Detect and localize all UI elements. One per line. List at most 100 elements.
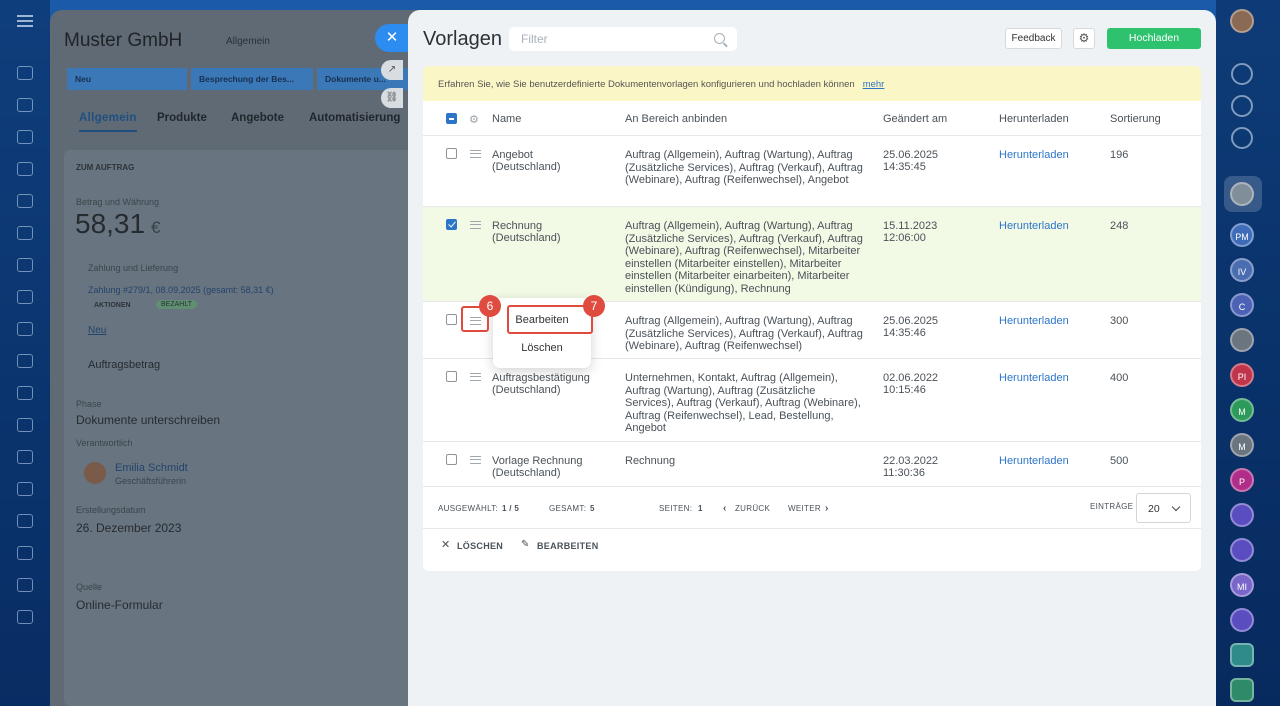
feedback-button[interactable]: Feedback xyxy=(1005,28,1062,49)
row-menu-icon[interactable] xyxy=(470,221,481,229)
deal-category[interactable]: Allgemein xyxy=(226,36,270,47)
stage-discussion[interactable]: Besprechung der Bes... xyxy=(191,68,313,90)
row-sort: 196 xyxy=(1110,149,1129,161)
chat-avatar-c[interactable]: C xyxy=(1230,293,1254,317)
tab-automation[interactable]: Automatisierung xyxy=(309,112,400,124)
tasks-chat-icon[interactable] xyxy=(1230,643,1254,667)
row-checkbox[interactable] xyxy=(446,314,457,325)
calendar-icon[interactable] xyxy=(17,258,33,272)
home-icon[interactable] xyxy=(17,66,33,80)
menu-icon[interactable] xyxy=(17,15,33,27)
close-icon[interactable]: ✕ xyxy=(441,538,451,551)
analytics-icon[interactable] xyxy=(17,386,33,400)
row-checkbox[interactable] xyxy=(446,371,457,382)
pencil-icon[interactable]: ✎ xyxy=(521,539,530,550)
settings-gear-icon[interactable]: ⚙ xyxy=(1073,28,1095,49)
documents-icon[interactable] xyxy=(17,194,33,208)
row-menu-icon[interactable] xyxy=(470,373,481,381)
delete-action-button[interactable]: LÖSCHEN xyxy=(457,541,503,551)
filter-icon[interactable] xyxy=(17,418,33,432)
edit-action-button[interactable]: BEARBEITEN xyxy=(537,541,599,551)
cart-icon[interactable] xyxy=(17,482,33,496)
chat-avatar-m1[interactable]: M xyxy=(1230,398,1254,422)
new-link[interactable]: Neu xyxy=(88,325,106,336)
row-checkbox[interactable] xyxy=(446,219,457,230)
checklist-icon[interactable] xyxy=(17,354,33,368)
user-avatar[interactable] xyxy=(1230,9,1254,33)
chat-avatar-pm[interactable]: PM xyxy=(1230,223,1254,247)
tab-general[interactable]: Allgemein xyxy=(79,112,137,132)
table-row[interactable]: Rechnung (Deutschland) Auftrag (Allgemei… xyxy=(423,207,1201,302)
inbox-icon[interactable] xyxy=(17,450,33,464)
chat-avatar-copilot-3[interactable] xyxy=(1230,608,1254,632)
table-row[interactable]: Vorlage Rechnung (Deutschland) Rechnung … xyxy=(423,442,1201,487)
row-menu-icon[interactable] xyxy=(470,456,481,464)
chat-avatar-copilot-2[interactable] xyxy=(1230,538,1254,562)
actions-dropdown[interactable]: AKTIONEN xyxy=(94,302,131,309)
notifications-icon[interactable] xyxy=(1231,63,1253,85)
col-sort[interactable]: Sortierung xyxy=(1110,113,1161,125)
col-download[interactable]: Herunterladen xyxy=(999,113,1069,125)
chat-avatar-2[interactable] xyxy=(1230,328,1254,352)
chat-icon[interactable] xyxy=(17,290,33,304)
back-button[interactable]: ZURÜCK xyxy=(735,504,770,513)
filter-input[interactable]: Filter xyxy=(509,27,737,51)
chat-avatar-iv[interactable]: IV xyxy=(1230,258,1254,282)
chat-avatar-p[interactable]: P xyxy=(1230,468,1254,492)
col-changed[interactable]: Geändert am xyxy=(883,113,947,125)
row-name: Angebot xyxy=(492,149,533,161)
copy-link-icon[interactable]: ⛓ xyxy=(381,88,403,108)
row-download-link[interactable]: Herunterladen xyxy=(999,220,1069,233)
table-row[interactable]: Angebot (Deutschland) Auftrag (Allgemein… xyxy=(423,136,1201,207)
notice-more-link[interactable]: mehr xyxy=(863,79,885,90)
feed-icon[interactable] xyxy=(17,98,33,112)
copilot-icon[interactable] xyxy=(1231,95,1253,117)
drive-icon[interactable] xyxy=(17,322,33,336)
step-badge-7: 7 xyxy=(583,295,605,317)
payment-link[interactable]: Zahlung #279/1, 08.09.2025 (gesamt: 58,3… xyxy=(88,285,274,295)
row-download-link[interactable]: Herunterladen xyxy=(999,149,1069,162)
next-chevron-icon[interactable]: › xyxy=(825,503,829,514)
column-settings-icon[interactable]: ⚙ xyxy=(469,113,479,126)
row-menu-icon[interactable] xyxy=(470,150,481,158)
stage-new[interactable]: Neu xyxy=(67,68,187,90)
next-button[interactable]: WEITER xyxy=(788,504,821,513)
lock-icon[interactable] xyxy=(1230,678,1254,702)
entries-select[interactable]: 20 xyxy=(1136,493,1191,523)
contacts-icon[interactable] xyxy=(17,162,33,176)
chat-avatar-mi[interactable]: MI xyxy=(1230,573,1254,597)
row-checkbox[interactable] xyxy=(446,454,457,465)
chevron-down-icon xyxy=(1171,502,1181,512)
row-download-link[interactable]: Herunterladen xyxy=(999,315,1069,328)
row-checkbox[interactable] xyxy=(446,148,457,159)
tasks-icon[interactable] xyxy=(17,130,33,144)
responsible-name[interactable]: Emilia Schmidt xyxy=(115,462,188,474)
automation-icon[interactable] xyxy=(17,514,33,528)
settings-icon[interactable] xyxy=(17,546,33,560)
tab-products[interactable]: Produkte xyxy=(157,112,207,124)
sign-icon[interactable] xyxy=(17,578,33,592)
chat-avatar-copilot-1[interactable] xyxy=(1230,503,1254,527)
row-download-link[interactable]: Herunterladen xyxy=(999,455,1069,468)
search-chat-icon[interactable] xyxy=(1231,127,1253,149)
table-row[interactable]: Auftragsbestätigung (Deutschland) Untern… xyxy=(423,359,1201,442)
row-download-link[interactable]: Herunterladen xyxy=(999,372,1069,385)
close-panel-button[interactable]: ✕ xyxy=(375,24,409,52)
search-icon[interactable] xyxy=(714,33,725,44)
team-icon[interactable] xyxy=(17,610,33,624)
chat-avatar-pi[interactable]: PI xyxy=(1230,363,1254,387)
phase-value: Dokumente unterschreiben xyxy=(76,413,221,427)
tab-offers[interactable]: Angebote xyxy=(231,112,284,124)
col-bind[interactable]: An Bereich anbinden xyxy=(625,113,727,125)
crm-icon[interactable] xyxy=(17,226,33,240)
chat-avatar-1[interactable] xyxy=(1230,182,1254,206)
menu-delete[interactable]: Löschen xyxy=(493,342,591,354)
row-name-sub: (Deutschland) xyxy=(492,384,561,396)
col-name[interactable]: Name xyxy=(492,113,521,125)
upload-button[interactable]: Hochladen xyxy=(1107,28,1201,49)
back-chevron-icon[interactable]: ‹ xyxy=(723,503,727,514)
order-amount-label: Auftragsbetrag xyxy=(88,359,161,371)
open-new-window-icon[interactable]: ↗ xyxy=(381,60,403,80)
select-all-checkbox[interactable] xyxy=(446,113,457,124)
chat-avatar-m2[interactable]: M xyxy=(1230,433,1254,457)
